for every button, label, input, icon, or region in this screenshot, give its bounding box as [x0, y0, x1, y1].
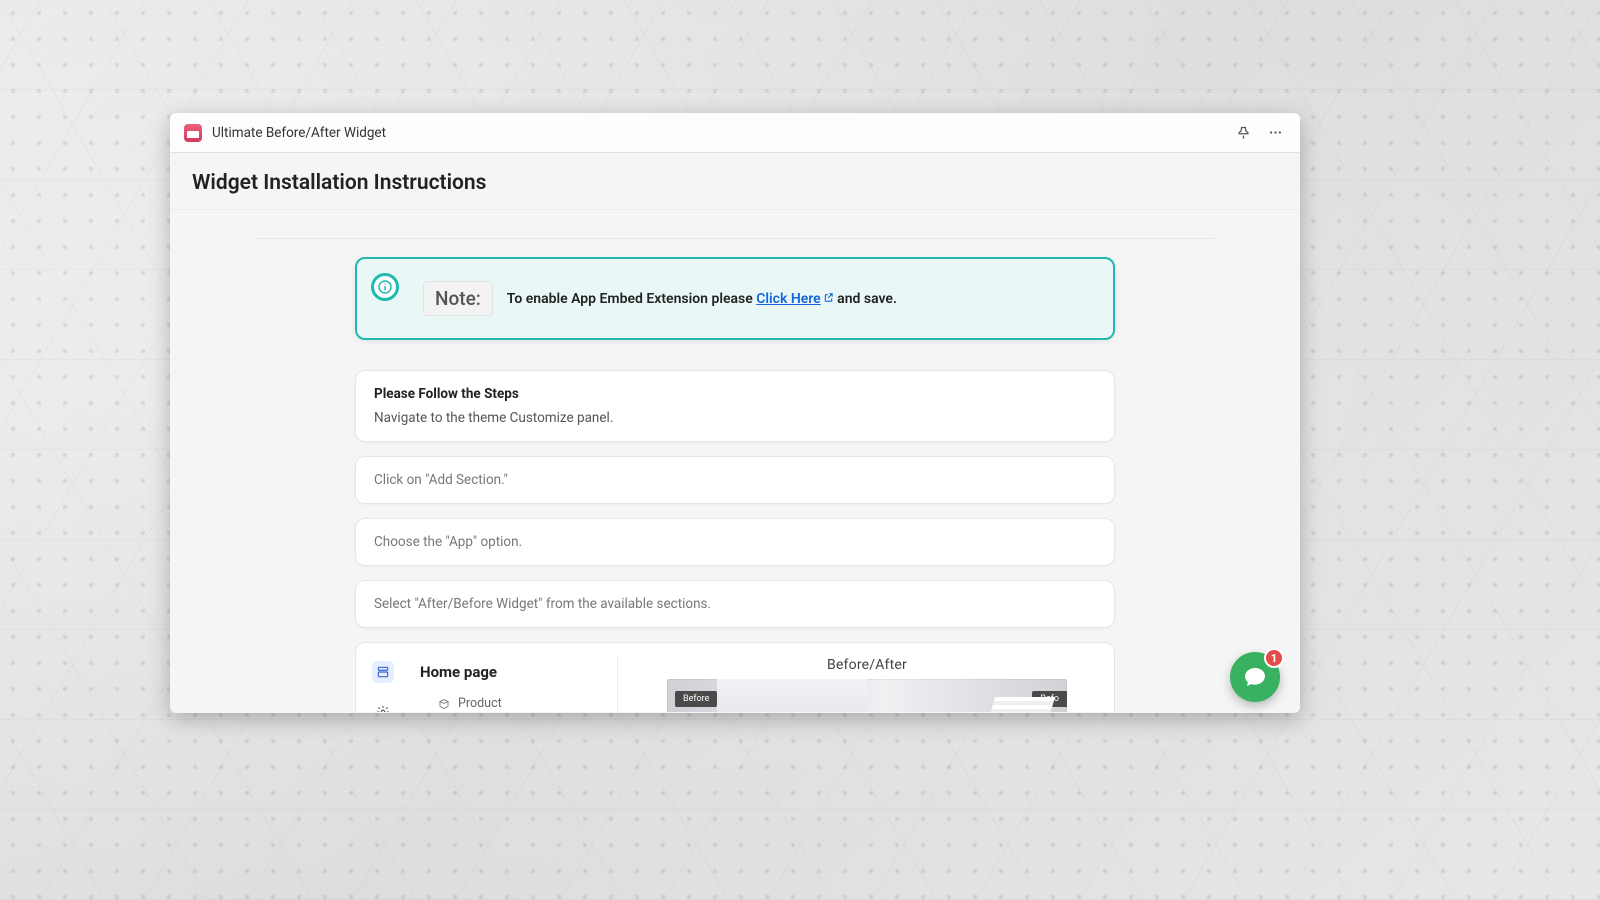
- chat-badge: 1: [1264, 648, 1284, 668]
- steps-lead: Please Follow the Steps: [374, 386, 1096, 402]
- pin-icon[interactable]: [1232, 122, 1254, 144]
- chat-button[interactable]: 1: [1230, 652, 1280, 702]
- divider: [255, 238, 1215, 239]
- after-tag-clipped: Befo: [1032, 691, 1067, 707]
- note-text-prefix: To enable App Embed Extension please: [507, 291, 756, 307]
- tree-item-label: Product: [458, 696, 502, 711]
- step-card-3: Choose the "App" option.: [355, 518, 1115, 566]
- info-icon: [371, 273, 399, 301]
- note-text-suffix: and save.: [834, 291, 897, 307]
- click-here-link-text: Click Here: [756, 291, 820, 307]
- app-window: Ultimate Before/After Widget Widget Inst…: [170, 113, 1300, 713]
- editor-left-panel: Home page Product Collection: [412, 655, 618, 712]
- app-logo-icon: [184, 124, 202, 142]
- settings-rail-icon[interactable]: [372, 701, 394, 712]
- step-card-4: Select "After/Before Widget" from the av…: [355, 580, 1115, 628]
- external-link-icon: [823, 291, 834, 302]
- note-callout: Note: To enable App Embed Extension plea…: [355, 257, 1115, 340]
- editor-panel-title: Home page: [416, 659, 609, 691]
- preview-section-title: Before/After: [827, 655, 907, 679]
- step-card-2: Click on "Add Section.": [355, 456, 1115, 504]
- before-after-image: Before Befo: [667, 679, 1067, 712]
- more-menu-icon[interactable]: [1264, 122, 1286, 144]
- note-label: Note:: [423, 281, 493, 316]
- sections-rail-icon[interactable]: [372, 661, 394, 683]
- editor-side-rail: [368, 655, 398, 712]
- click-here-link[interactable]: Click Here: [756, 291, 833, 307]
- step-text: Choose the "App" option.: [374, 534, 522, 550]
- editor-preview-pane: Before/After Before Befo: [632, 655, 1102, 712]
- step-text: Navigate to the theme Customize panel.: [374, 410, 613, 426]
- note-text: To enable App Embed Extension please Cli…: [507, 291, 897, 307]
- tree-item-product[interactable]: Product: [416, 691, 609, 712]
- content-area: Note: To enable App Embed Extension plea…: [170, 210, 1300, 712]
- theme-editor-preview: Home page Product Collection Before/Afte…: [355, 642, 1115, 712]
- step-text: Click on "Add Section.": [374, 472, 508, 488]
- page-title: Widget Installation Instructions: [170, 153, 1300, 210]
- step-text: Select "After/Before Widget" from the av…: [374, 596, 711, 612]
- title-bar: Ultimate Before/After Widget: [170, 113, 1300, 153]
- step-card-1: Please Follow the Steps Navigate to the …: [355, 370, 1115, 442]
- before-tag: Before: [675, 691, 717, 707]
- app-name: Ultimate Before/After Widget: [212, 125, 386, 141]
